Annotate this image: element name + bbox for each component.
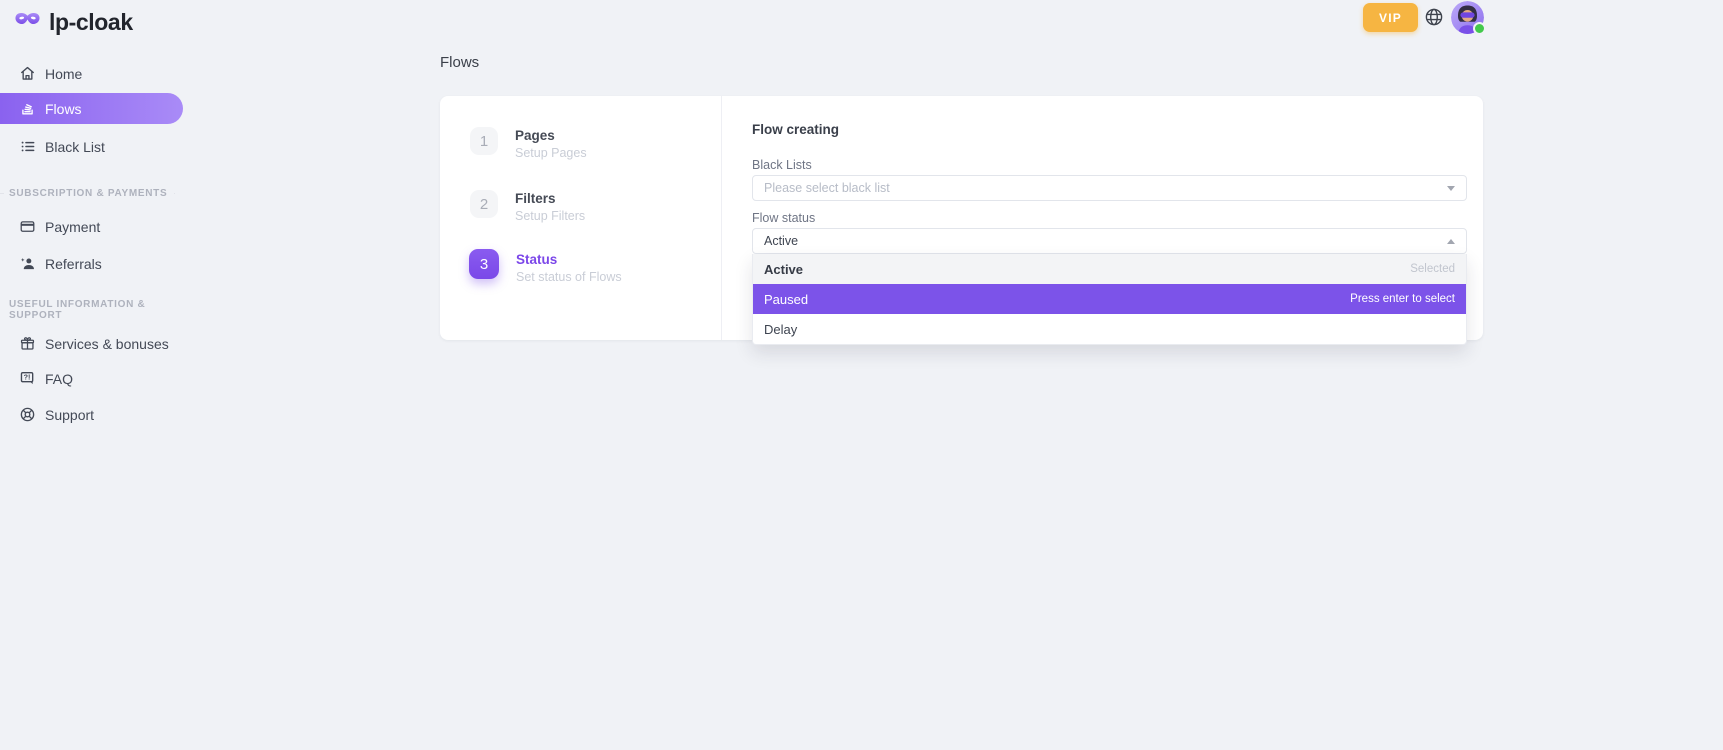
sidebar-item-label: FAQ (45, 371, 73, 387)
black-lists-input[interactable] (764, 181, 1447, 195)
wizard-step-filters[interactable]: 2 Filters Setup Filters (470, 190, 585, 224)
globe-icon[interactable] (1424, 7, 1444, 27)
step-subtitle: Setup Filters (515, 208, 585, 224)
faq-icon: ?! (19, 370, 36, 387)
app-root: lp-cloak Home Flows Black List (0, 0, 1723, 750)
step-subtitle: Set status of Flows (516, 269, 622, 285)
mask-icon (14, 10, 41, 35)
sidebar-item-label: Home (45, 66, 82, 82)
option-hint: Press enter to select (1350, 293, 1455, 305)
step-number: 2 (470, 190, 498, 218)
form-title: Flow creating (752, 122, 839, 137)
step-number: 3 (469, 249, 499, 279)
credit-card-icon (19, 218, 36, 235)
step-subtitle: Setup Pages (515, 145, 587, 161)
flow-creating-card: 1 Pages Setup Pages 2 Filters Setup Filt… (440, 96, 1483, 340)
section-divider (174, 193, 175, 194)
sidebar-item-label: Support (45, 407, 94, 423)
gift-icon (19, 335, 36, 352)
black-list-icon (19, 138, 36, 155)
panel-divider (721, 96, 722, 340)
referrals-icon (19, 255, 36, 272)
sidebar-item-label: Flows (45, 101, 82, 117)
sidebar-item-flows[interactable]: Flows (0, 93, 183, 124)
support-icon (19, 406, 36, 423)
sidebar-item-home[interactable]: Home (0, 58, 183, 89)
page-title: Flows (440, 54, 479, 71)
black-lists-label: Black Lists (752, 158, 812, 172)
option-hint: Selected (1410, 263, 1455, 275)
flow-status-value: Active (764, 234, 1447, 248)
logo-text: lp-cloak (49, 9, 133, 36)
chevron-down-icon (1447, 186, 1455, 191)
sidebar-item-label: Black List (45, 139, 105, 155)
dropdown-option-delay[interactable]: Delay (753, 314, 1466, 344)
sidebar-item-label: Services & bonuses (45, 336, 169, 352)
black-lists-select[interactable] (752, 175, 1467, 201)
step-number: 1 (470, 127, 498, 155)
vip-button[interactable]: VIP (1363, 3, 1418, 32)
vip-label: VIP (1379, 11, 1402, 25)
sidebar-item-services[interactable]: Services & bonuses (0, 328, 183, 359)
sidebar-item-label: Payment (45, 219, 100, 235)
wizard-step-pages[interactable]: 1 Pages Setup Pages (470, 127, 587, 161)
sidebar-item-label: Referrals (45, 256, 102, 272)
step-title: Pages (515, 128, 587, 144)
sidebar-item-support[interactable]: Support (0, 399, 183, 430)
chevron-up-icon (1447, 239, 1455, 244)
flow-status-select[interactable]: Active (752, 228, 1467, 254)
sidebar-section-subscription: SUBSCRIPTION & PAYMENTS (9, 187, 181, 199)
wizard-step-status[interactable]: 3 Status Set status of Flows (469, 249, 622, 285)
sidebar-item-payment[interactable]: Payment (0, 211, 183, 242)
sidebar-section-support: USEFUL INFORMATION & SUPPORT (9, 304, 181, 316)
svg-text:?!: ?! (24, 373, 31, 382)
avatar[interactable] (1451, 1, 1484, 34)
dropdown-option-active[interactable]: Active Selected (753, 254, 1466, 284)
flows-icon (19, 100, 36, 117)
logo[interactable]: lp-cloak (14, 7, 133, 37)
dropdown-option-paused[interactable]: Paused Press enter to select (753, 284, 1466, 314)
sidebar-item-faq[interactable]: ?! FAQ (0, 363, 183, 394)
home-icon (19, 65, 36, 82)
sidebar-item-black-list[interactable]: Black List (0, 131, 183, 162)
sidebar-item-referrals[interactable]: Referrals (0, 248, 183, 279)
flow-status-dropdown: Active Selected Paused Press enter to se… (752, 254, 1467, 345)
flow-status-label: Flow status (752, 211, 815, 225)
online-status-dot (1473, 22, 1486, 35)
step-title: Status (516, 252, 622, 268)
step-title: Filters (515, 191, 585, 207)
